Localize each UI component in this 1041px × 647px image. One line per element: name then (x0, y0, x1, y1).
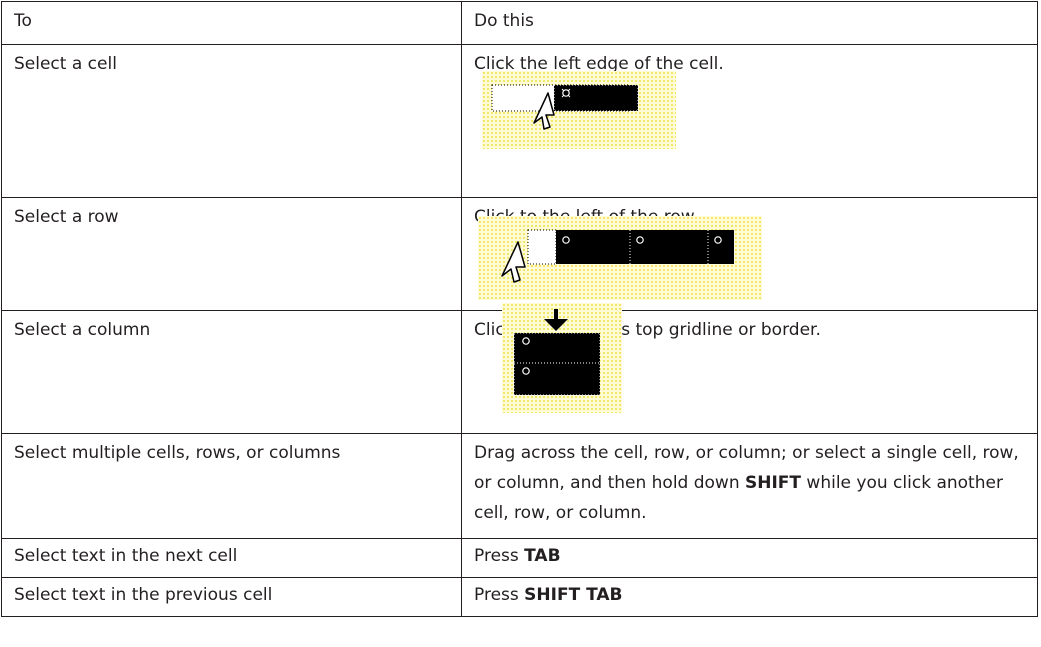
select-column-illustration (502, 303, 622, 413)
action-label: Select text in the next cell (1, 538, 462, 578)
select-cell-illustration (482, 71, 676, 149)
select-column-graphic (513, 309, 601, 396)
table-row: Select multiple cells, rows, or columns … (1, 433, 1038, 539)
action-label: Select a cell (1, 44, 462, 198)
instruction-cell: Click to the left of the row. (461, 197, 1038, 311)
shift-tab-key: SHIFT TAB (524, 585, 623, 605)
shift-key: SHIFT (745, 473, 802, 493)
table-row: Select text in the next cell Press TAB (1, 538, 1038, 578)
instruction-text: Press (474, 585, 525, 605)
action-label: Select a column (1, 310, 462, 434)
select-row-illustration (478, 216, 762, 300)
action-label: Select a row (1, 197, 462, 311)
select-cell-graphic (491, 84, 639, 130)
instruction-cell: Click the left edge of the cell. (461, 44, 1038, 198)
action-label: Select text in the previous cell (1, 577, 462, 617)
mouse-pointer-icon (501, 241, 526, 283)
header-to: To (1, 1, 462, 45)
tab-key: TAB (524, 546, 561, 566)
select-row-graphic (501, 229, 734, 283)
selected-row-fill (556, 230, 734, 264)
table-row: Select a column Click the column’s top g… (1, 303, 1038, 434)
selection-instructions-table: To Do this Select a cell Click the left … (1, 1, 1038, 617)
instruction-text: Press (474, 546, 525, 566)
instruction-cell: Press SHIFT TAB (461, 577, 1038, 617)
instruction-cell: Drag across the cell, row, or column; or… (461, 433, 1038, 539)
instruction-cell: Press TAB (461, 538, 1038, 578)
table-row: Select text in the previous cell Press S… (1, 577, 1038, 617)
table-row: Select a row Click to the left of the ro… (1, 197, 1038, 311)
selected-cell-fill (554, 85, 638, 111)
selected-column-fill (514, 333, 600, 395)
table-row: Select a cell Click the left edge of the… (1, 44, 1038, 198)
down-arrow-pointer-icon (544, 309, 568, 331)
header-do-this: Do this (461, 1, 1038, 45)
instruction-cell: Click the column’s top gridline or borde… (461, 303, 1038, 434)
table-header-row: To Do this (1, 1, 1038, 45)
action-label: Select multiple cells, rows, or columns (1, 433, 462, 539)
